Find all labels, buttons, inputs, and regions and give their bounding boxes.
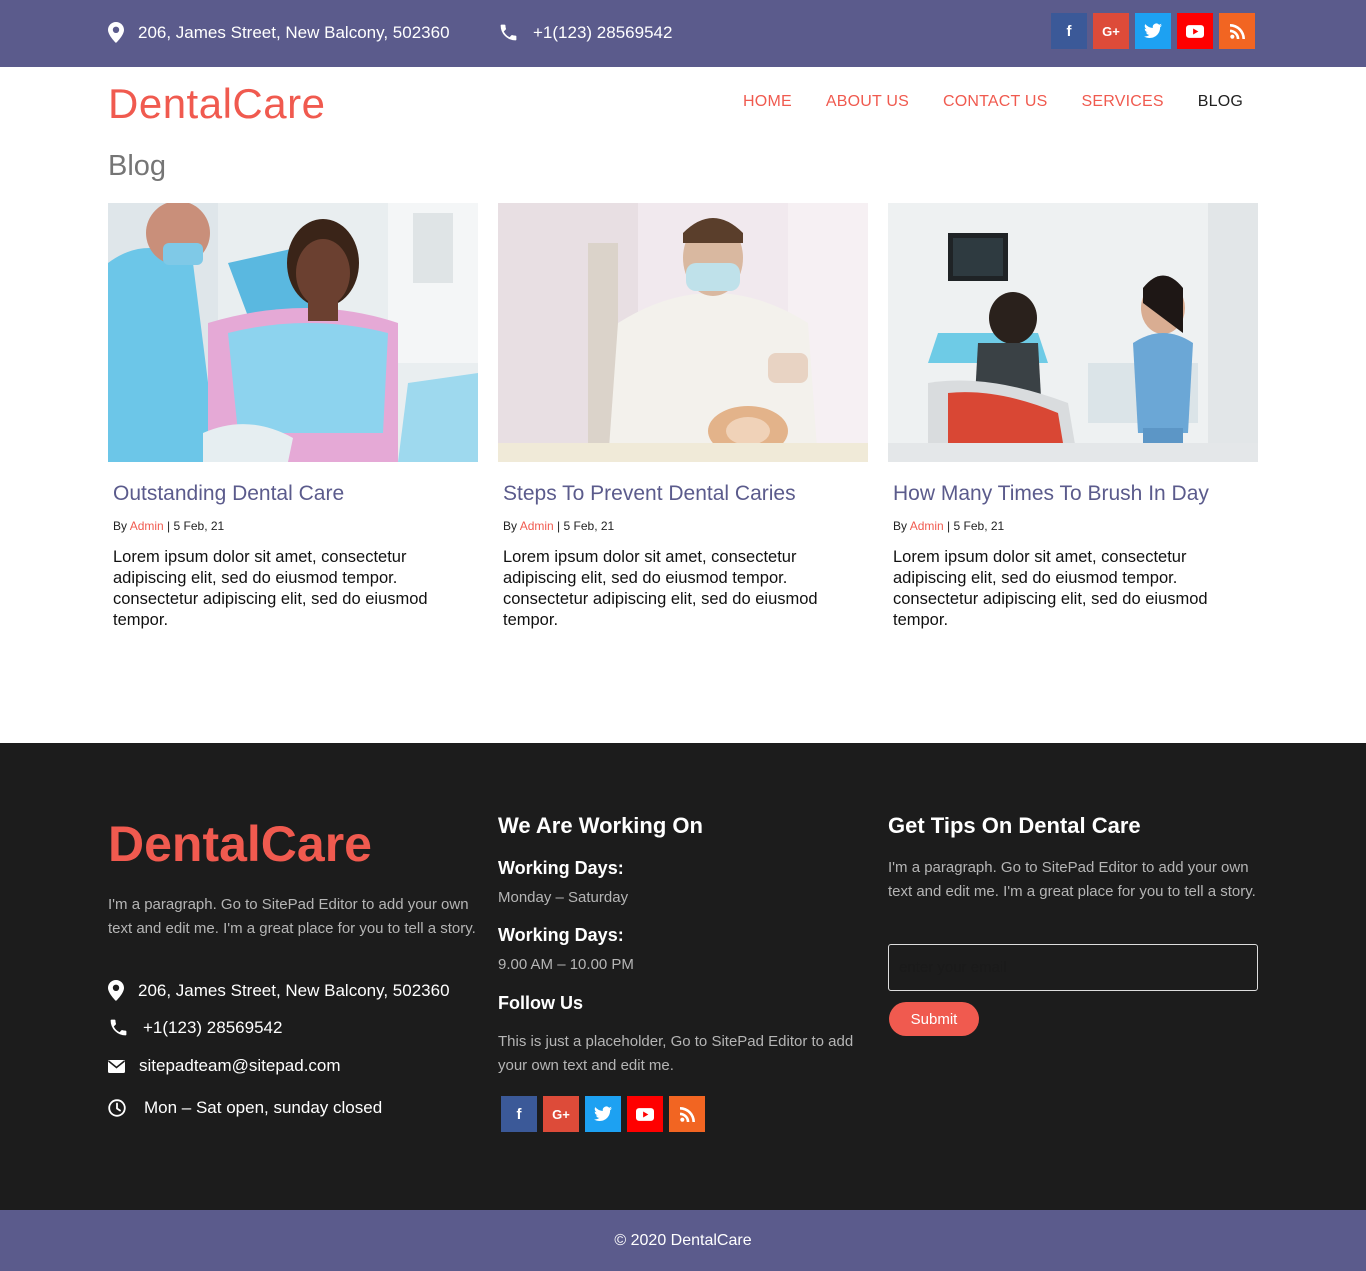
envelope-icon xyxy=(108,1059,125,1073)
copyright-text: © 2020 DentalCare xyxy=(614,1231,752,1249)
working-hours-label: Working Days: xyxy=(498,925,624,945)
top-bar: 206, James Street, New Balcony, 502360 +… xyxy=(0,0,1366,67)
blog-post-title[interactable]: Steps To Prevent Dental Caries xyxy=(503,482,868,506)
nav-home[interactable]: HOME xyxy=(743,93,792,111)
working-days-label: Working Days: xyxy=(498,858,624,878)
youtube-icon xyxy=(1186,24,1204,38)
google-plus-icon: G+ xyxy=(1102,23,1120,39)
post-author-link[interactable]: Admin xyxy=(910,519,944,533)
working-heading: We Are Working On xyxy=(498,813,703,838)
footer-phone: +1(123) 28569542 xyxy=(108,1017,282,1038)
footer-social-links: f G+ xyxy=(501,1096,705,1132)
clock-icon xyxy=(108,1099,126,1117)
site-footer: DentalCare I'm a paragraph. Go to SitePa… xyxy=(0,743,1366,1210)
post-date: 5 Feb, 21 xyxy=(173,519,225,533)
blog-post-excerpt: Lorem ipsum dolor sit amet, consectetur … xyxy=(893,548,1208,629)
post-author-link[interactable]: Admin xyxy=(520,519,554,533)
rss-link[interactable] xyxy=(669,1096,705,1132)
footer-about-text: I'm a paragraph. Go to SitePad Editor to… xyxy=(108,896,476,937)
copyright-bar: © 2020 DentalCare xyxy=(0,1210,1366,1271)
youtube-link[interactable] xyxy=(1177,13,1213,49)
nav-contact-us[interactable]: CONTACT US xyxy=(943,93,1048,111)
blog-post-meta: By Admin | 5 Feb, 21 xyxy=(503,519,868,533)
blog-card: How Many Times To Brush In Day By Admin … xyxy=(888,203,1258,631)
topbar-phone: +1(123) 28569542 xyxy=(498,22,672,43)
post-date: 5 Feb, 21 xyxy=(563,519,615,533)
google-plus-icon: G+ xyxy=(552,1106,570,1122)
footer-hours: Mon – Sat open, sunday closed xyxy=(108,1098,382,1118)
meta-separator: | xyxy=(947,519,951,533)
twitter-link[interactable] xyxy=(1135,13,1171,49)
blog-post-image[interactable] xyxy=(108,203,478,462)
rss-link[interactable] xyxy=(1219,13,1255,49)
topbar-social-links: f G+ xyxy=(1051,13,1255,49)
topbar-address: 206, James Street, New Balcony, 502360 xyxy=(108,22,450,43)
facebook-link[interactable]: f xyxy=(501,1096,537,1132)
main-nav: HOME ABOUT US CONTACT US SERVICES BLOG xyxy=(709,93,1243,111)
facebook-link[interactable]: f xyxy=(1051,13,1087,49)
twitter-icon xyxy=(594,1106,612,1122)
blog-post-meta: By Admin | 5 Feb, 21 xyxy=(113,519,478,533)
footer-hours-text: Mon – Sat open, sunday closed xyxy=(144,1098,383,1117)
topbar-address-text: 206, James Street, New Balcony, 502360 xyxy=(138,22,450,42)
phone-icon xyxy=(110,1019,127,1036)
post-by-label: By xyxy=(113,519,128,533)
rss-icon xyxy=(679,1106,695,1122)
footer-address-text: 206, James Street, New Balcony, 502360 xyxy=(138,980,450,1000)
twitter-link[interactable] xyxy=(585,1096,621,1132)
meta-separator: | xyxy=(557,519,561,533)
tips-heading: Get Tips On Dental Care xyxy=(888,813,1141,838)
footer-email: sitepadteam@sitepad.com xyxy=(108,1056,341,1076)
twitter-icon xyxy=(1144,23,1162,39)
topbar-phone-text: +1(123) 28569542 xyxy=(533,22,673,42)
blog-post-excerpt: Lorem ipsum dolor sit amet, consectetur … xyxy=(503,548,818,629)
nav-about-us[interactable]: ABOUT US xyxy=(826,93,909,111)
blog-post-title[interactable]: Outstanding Dental Care xyxy=(113,482,478,506)
youtube-icon xyxy=(636,1107,654,1121)
blog-card: Steps To Prevent Dental Caries By Admin … xyxy=(498,203,868,631)
blog-card: Outstanding Dental Care By Admin | 5 Feb… xyxy=(108,203,478,631)
blog-post-title[interactable]: How Many Times To Brush In Day xyxy=(893,482,1258,506)
follow-text: This is just a placeholder, Go to SitePa… xyxy=(498,1033,854,1074)
facebook-icon: f xyxy=(1066,22,1072,40)
post-author-link[interactable]: Admin xyxy=(130,519,164,533)
newsletter-submit-button[interactable]: Submit xyxy=(889,1002,979,1036)
working-days-value: Monday – Saturday xyxy=(498,889,629,906)
site-logo[interactable]: DentalCare xyxy=(108,80,325,128)
map-pin-icon xyxy=(108,980,124,1001)
follow-heading: Follow Us xyxy=(498,993,583,1013)
facebook-icon: f xyxy=(516,1105,522,1123)
page-title: Blog xyxy=(108,150,167,182)
phone-icon xyxy=(500,24,517,41)
youtube-link[interactable] xyxy=(627,1096,663,1132)
google-plus-link[interactable]: G+ xyxy=(543,1096,579,1132)
nav-blog[interactable]: BLOG xyxy=(1198,93,1243,111)
footer-address: 206, James Street, New Balcony, 502360 xyxy=(108,980,450,1001)
post-by-label: By xyxy=(503,519,518,533)
footer-logo[interactable]: DentalCare xyxy=(108,815,372,873)
footer-phone-text: +1(123) 28569542 xyxy=(143,1017,283,1037)
blog-post-excerpt: Lorem ipsum dolor sit amet, consectetur … xyxy=(113,548,428,629)
post-by-label: By xyxy=(893,519,908,533)
nav-services[interactable]: SERVICES xyxy=(1082,93,1164,111)
blog-post-image[interactable] xyxy=(888,203,1258,462)
newsletter-email-input[interactable] xyxy=(888,944,1258,991)
working-hours-value: 9.00 AM – 10.00 PM xyxy=(498,956,634,973)
map-pin-icon xyxy=(108,22,124,43)
meta-separator: | xyxy=(167,519,171,533)
google-plus-link[interactable]: G+ xyxy=(1093,13,1129,49)
post-date: 5 Feb, 21 xyxy=(953,519,1005,533)
blog-post-meta: By Admin | 5 Feb, 21 xyxy=(893,519,1258,533)
tips-text: I'm a paragraph. Go to SitePad Editor to… xyxy=(888,859,1256,900)
rss-icon xyxy=(1229,23,1245,39)
blog-post-image[interactable] xyxy=(498,203,868,462)
footer-email-text[interactable]: sitepadteam@sitepad.com xyxy=(139,1056,341,1076)
